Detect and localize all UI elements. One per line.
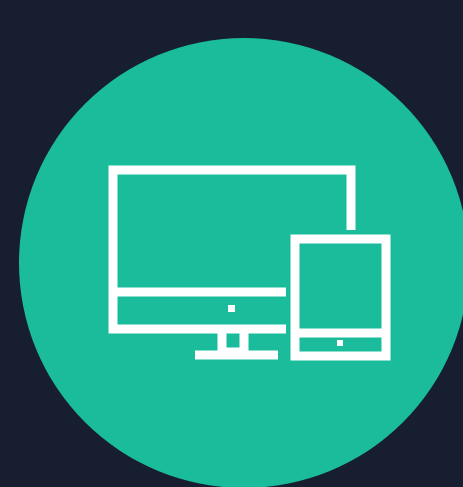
- icon-canvas: [0, 0, 463, 487]
- tablet-home-dot: [337, 340, 343, 346]
- monitor-power-dot: [228, 305, 235, 312]
- tablet-icon: [286, 230, 396, 366]
- responsive-devices-icon: [108, 165, 396, 366]
- monitor-stand-neck: [217, 324, 249, 357]
